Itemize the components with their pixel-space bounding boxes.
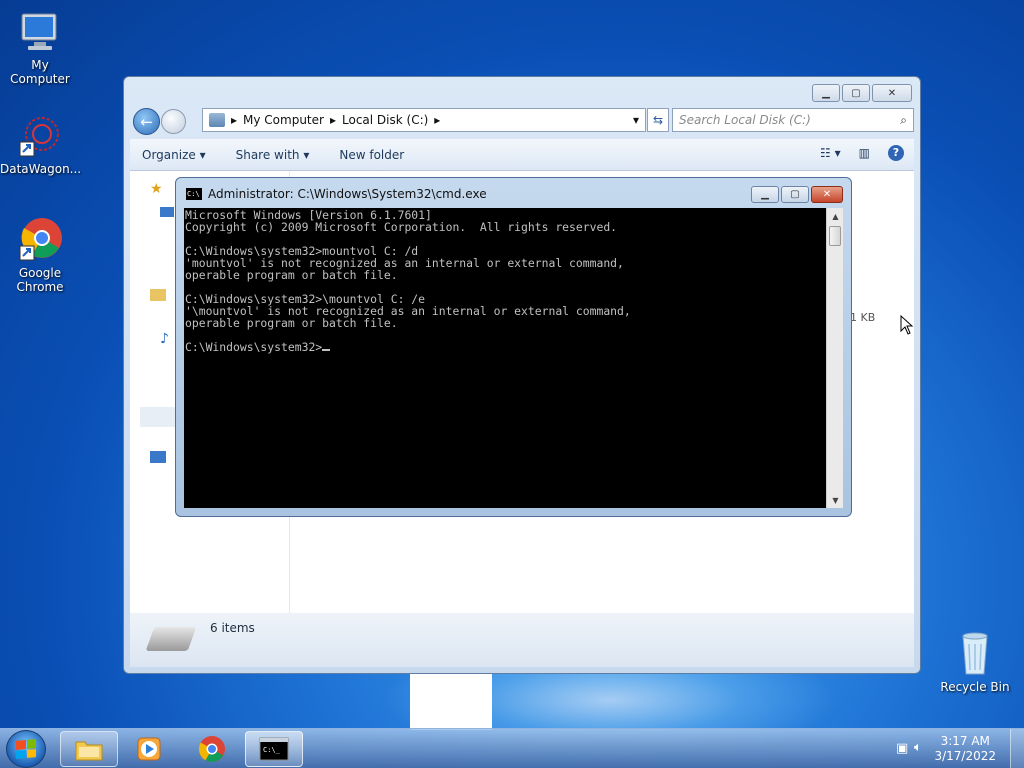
refresh-button[interactable]: ⇆	[647, 108, 669, 132]
console-prompt: C:\Windows\system32>	[185, 340, 323, 354]
close-button[interactable]: ✕	[872, 84, 912, 102]
console-line: operable program or batch file.	[185, 316, 398, 330]
desktop-icon-my-computer[interactable]: My Computer	[0, 8, 80, 86]
volume-icon[interactable]: 🔈︎	[914, 740, 922, 755]
network-icon[interactable]	[150, 451, 166, 463]
console-scrollbar[interactable]: ▲ ▼	[826, 208, 843, 508]
taskbar-explorer[interactable]	[60, 731, 118, 767]
breadcrumb-item[interactable]: My Computer	[243, 113, 324, 127]
view-controls: ☷ ▾ ▥ ?	[820, 145, 904, 161]
organize-menu[interactable]: Organize ▾	[142, 148, 206, 162]
cmd-titlebar[interactable]: C:\ Administrator: C:\Windows\System32\c…	[186, 187, 487, 201]
file-size-fragment: 1 KB	[850, 311, 876, 324]
desktop-icon-label: Google Chrome	[16, 266, 64, 294]
scrollbar-thumb[interactable]	[829, 226, 841, 246]
command-bar: Organize ▾ Share with ▾ New folder ☷ ▾ ▥…	[130, 139, 914, 171]
hard-drive-icon	[145, 627, 197, 651]
back-button[interactable]: ←	[133, 108, 160, 135]
desktop-icon-datawagon[interactable]: DataWagon...	[0, 112, 82, 176]
console-icon: C:\_	[259, 737, 289, 761]
chevron-right-icon: ▸	[231, 113, 238, 127]
mouse-cursor-icon	[900, 314, 914, 338]
minimize-button[interactable]: ▁	[812, 84, 840, 102]
status-bar: 6 items	[130, 613, 914, 667]
desktop-icon-recycle-bin[interactable]: Recycle Bin	[935, 630, 1015, 694]
media-player-icon	[137, 737, 161, 761]
datawagon-icon	[16, 112, 64, 160]
search-icon: ⌕	[900, 112, 907, 127]
cmd-window: C:\ Administrator: C:\Windows\System32\c…	[175, 177, 852, 517]
search-input[interactable]: Search Local Disk (C:) ⌕	[672, 108, 914, 132]
windows-logo-icon	[16, 739, 36, 759]
recycle-bin-icon	[951, 630, 999, 678]
clock-date: 3/17/2022	[934, 749, 996, 763]
refresh-icon: ⇆	[652, 113, 664, 127]
clock[interactable]: 3:17 AM 3/17/2022	[934, 734, 996, 764]
preview-pane-icon[interactable]: ▥	[859, 146, 870, 160]
back-arrow-icon: ←	[140, 112, 153, 131]
help-icon[interactable]: ?	[888, 145, 904, 161]
address-bar[interactable]: ▸ My Computer ▸ Local Disk (C:) ▸ ▾	[202, 108, 646, 132]
explorer-window-controls: ▁ ▢ ✕	[812, 84, 912, 102]
share-with-menu[interactable]: Share with ▾	[236, 148, 310, 162]
favorites-star-icon[interactable]: ★	[150, 181, 163, 197]
maximize-button[interactable]: ▢	[842, 84, 870, 102]
taskbar-cmd[interactable]: C:\_	[245, 731, 303, 767]
view-options-icon[interactable]: ☷ ▾	[820, 146, 841, 160]
console-prompt-line: C:\Windows\system32>	[185, 341, 825, 353]
cmd-window-controls: ▁ ▢ ✕	[751, 186, 843, 203]
clock-time: 3:17 AM	[940, 734, 990, 748]
console-line: Copyright (c) 2009 Microsoft Corporation…	[185, 220, 618, 234]
text-cursor	[322, 349, 331, 351]
cmd-title-text: Administrator: C:\Windows\System32\cmd.e…	[208, 187, 487, 201]
chevron-right-icon: ▸	[434, 113, 441, 127]
start-button[interactable]	[6, 730, 46, 768]
music-icon[interactable]: ♪	[160, 331, 169, 347]
svg-text:C:\_: C:\_	[263, 746, 281, 754]
cmd-close-button[interactable]: ✕	[811, 186, 843, 203]
console-icon: C:\	[186, 188, 202, 200]
show-desktop-button[interactable]	[1010, 729, 1024, 768]
desktop-icon-label: My Computer	[10, 58, 70, 86]
computer-small-icon	[209, 113, 225, 127]
folder-icon	[75, 741, 103, 761]
desktop-icon-label: DataWagon...	[0, 162, 82, 176]
network-icon[interactable]: ▣	[896, 741, 908, 756]
forward-button[interactable]	[161, 109, 186, 134]
breadcrumb-item[interactable]: Local Disk (C:)	[342, 113, 428, 127]
desktop-nav-icon[interactable]	[160, 207, 174, 217]
system-tray: ▣ 🔈︎ 3:17 AM 3/17/2022	[884, 729, 1024, 768]
taskbar-chrome[interactable]	[183, 731, 241, 767]
desktop-icon-label: Recycle Bin	[940, 680, 1010, 694]
item-count: 6 items	[210, 621, 255, 635]
chrome-icon	[16, 216, 64, 264]
new-folder-button[interactable]: New folder	[339, 148, 404, 162]
organize-label: Organize	[142, 147, 196, 162]
taskbar-media-player[interactable]	[120, 731, 178, 767]
address-row: ← ▸ My Computer ▸ Local Disk (C:) ▸ ▾ ⇆ …	[132, 107, 914, 135]
computer-icon	[16, 8, 64, 56]
console-line: operable program or batch file.	[185, 268, 398, 282]
scroll-down-icon[interactable]: ▼	[827, 492, 844, 508]
scroll-up-icon[interactable]: ▲	[827, 208, 844, 224]
share-with-label: Share with	[235, 147, 300, 162]
libraries-icon[interactable]	[150, 289, 166, 301]
chrome-icon	[198, 736, 225, 762]
console-output[interactable]: Microsoft Windows [Version 6.1.7601] Copy…	[184, 208, 826, 508]
desktop-icon-google-chrome[interactable]: Google Chrome	[0, 216, 80, 294]
cmd-maximize-button[interactable]: ▢	[781, 186, 809, 203]
taskbar: C:\_ ▣ 🔈︎ 3:17 AM 3/17/2022	[0, 728, 1024, 768]
search-placeholder: Search Local Disk (C:)	[679, 113, 811, 127]
chevron-right-icon: ▸	[329, 113, 336, 127]
dropdown-arrow-icon[interactable]: ▾	[633, 113, 639, 127]
cmd-minimize-button[interactable]: ▁	[751, 186, 779, 203]
